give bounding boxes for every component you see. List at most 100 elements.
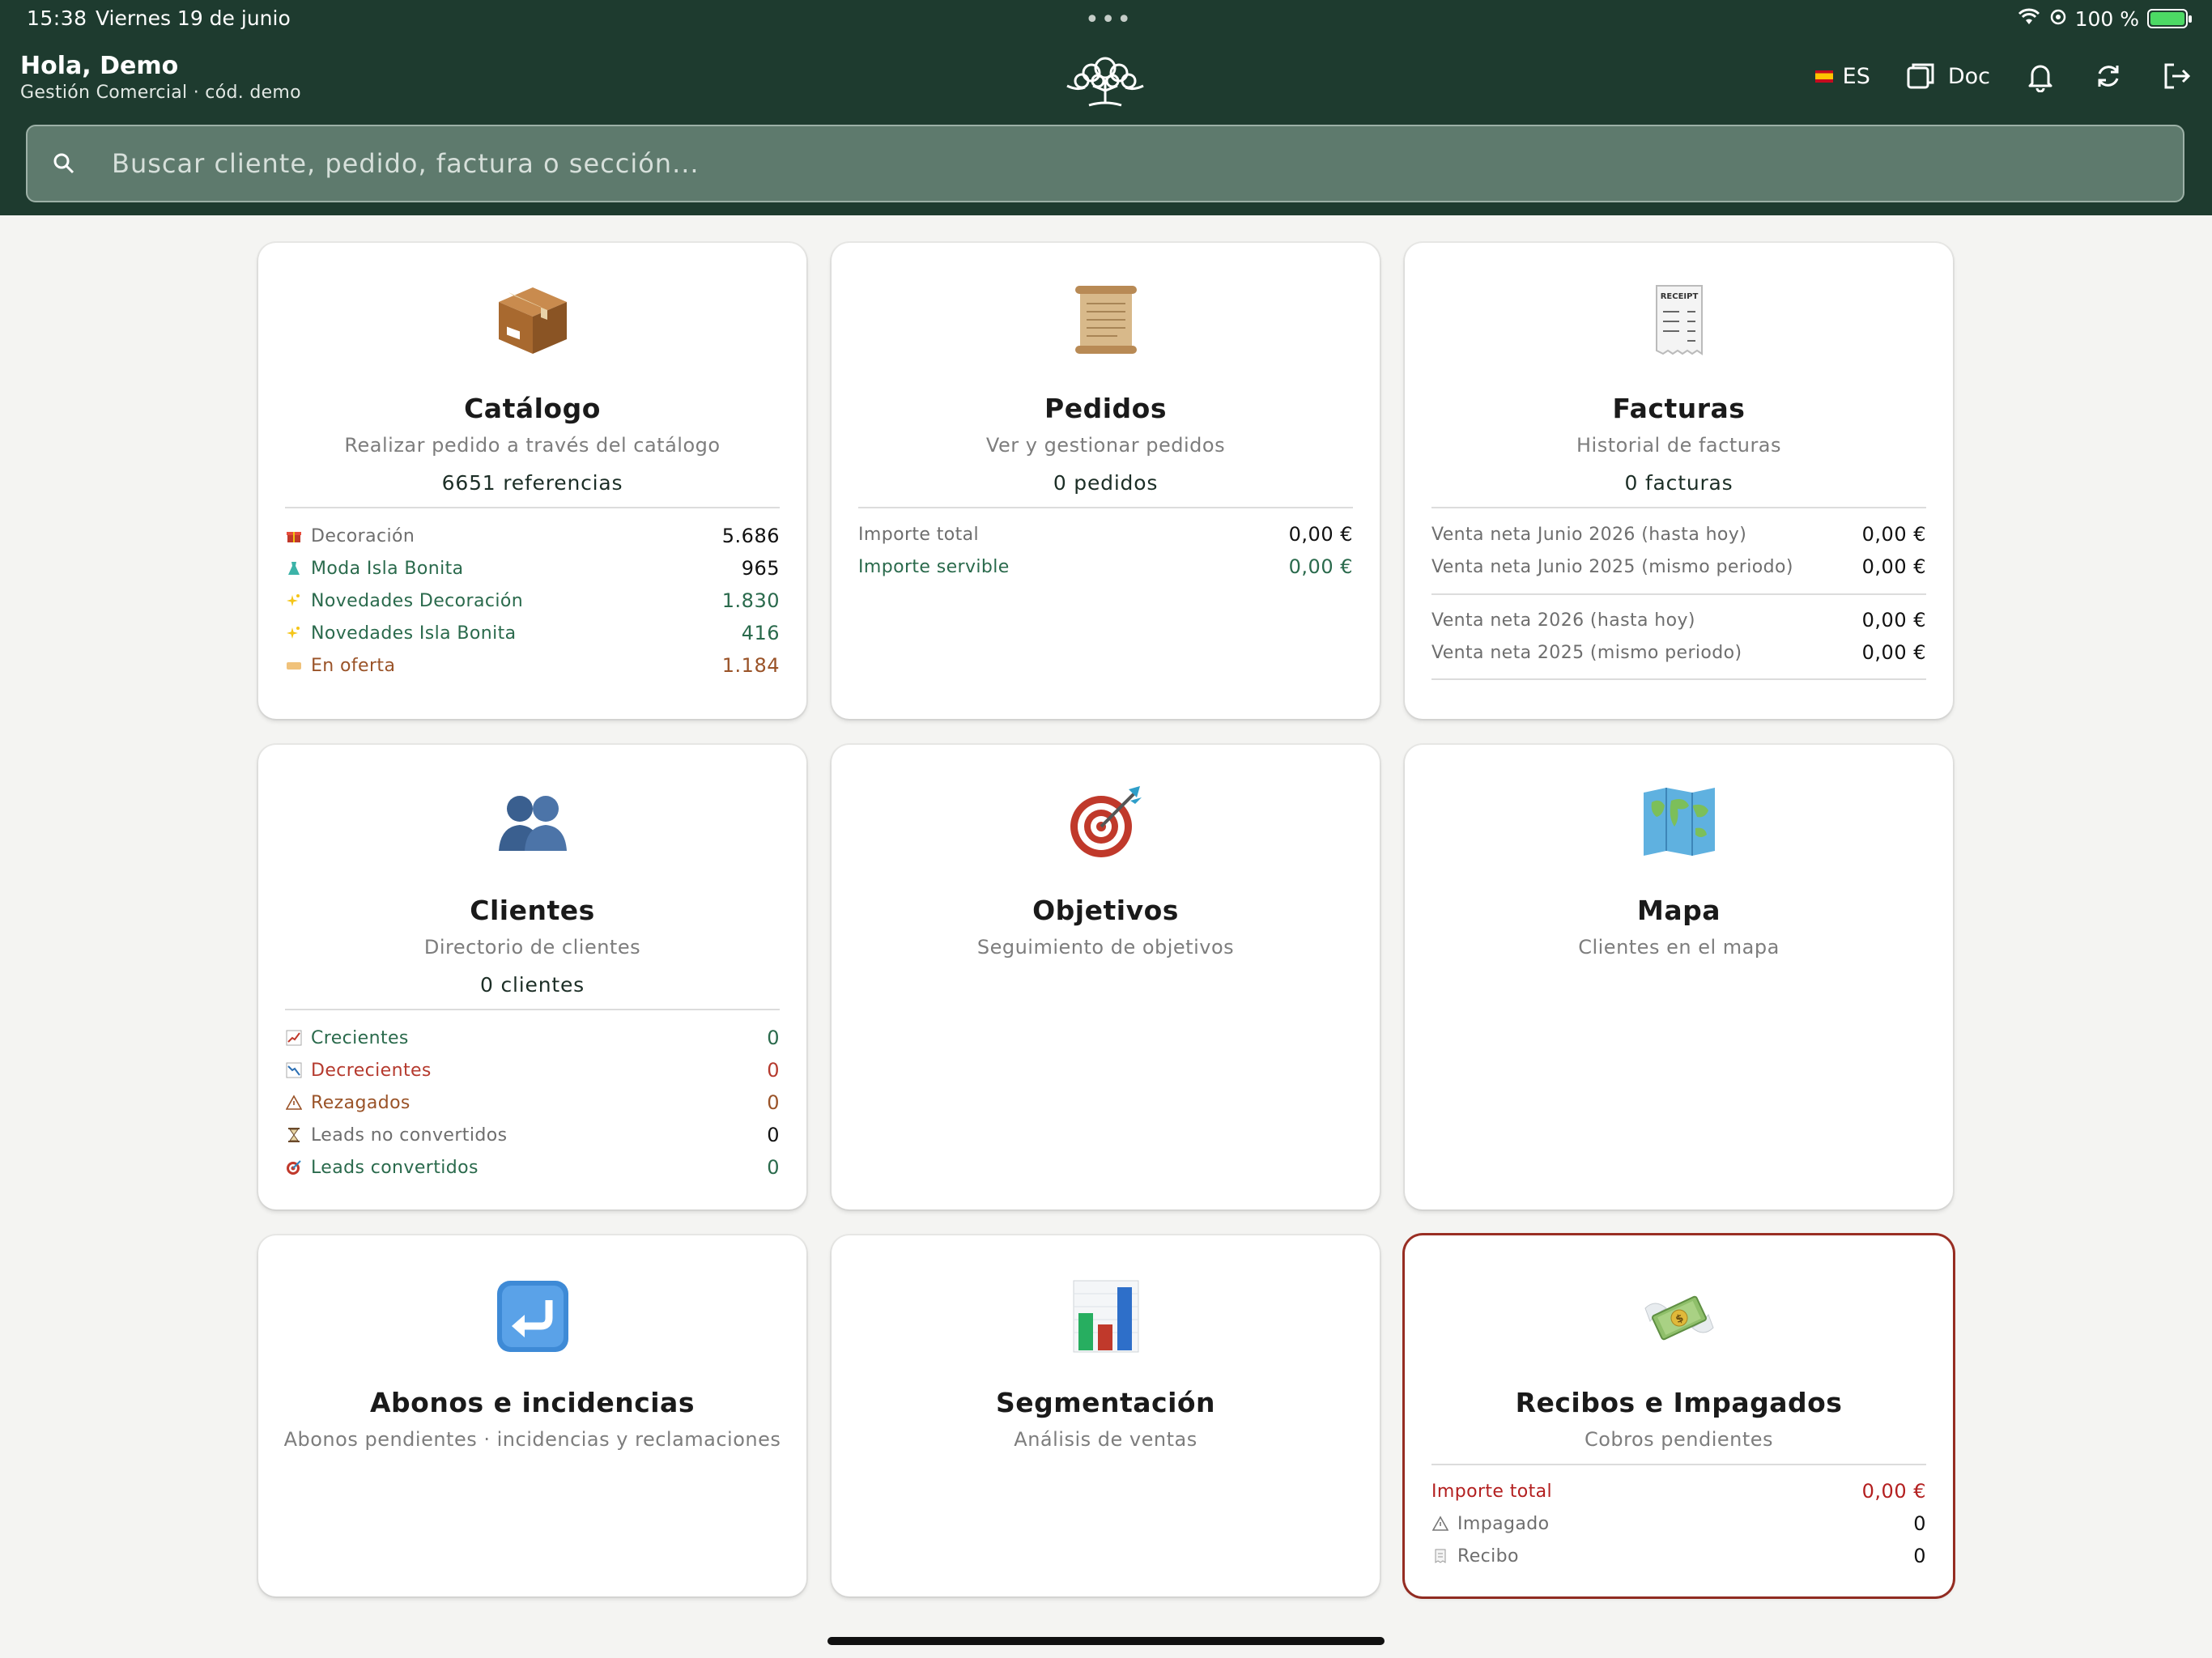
divider	[1431, 1464, 1926, 1465]
row-value: 0,00 €	[1861, 1480, 1926, 1503]
row-value: 0	[767, 1059, 780, 1082]
list-item[interactable]: Importe total 0,00 €	[1431, 1475, 1926, 1507]
card-facturas[interactable]: RECEIPT Facturas Historial de facturas 0…	[1405, 243, 1953, 719]
logout-button[interactable]	[2159, 58, 2194, 94]
invoice-stats-year: Venta neta 2026 (hasta hoy) 0,00 € Venta…	[1431, 604, 1926, 669]
card-catalogo[interactable]: Catálogo Realizar pedido a través del ca…	[258, 243, 806, 719]
row-label: Leads no convertidos	[311, 1124, 508, 1146]
row-value: 1.830	[721, 589, 780, 612]
row-value: 0,00 €	[1861, 641, 1926, 664]
language-selector[interactable]: ES	[1814, 63, 1870, 89]
list-item[interactable]: Decoración 5.686	[285, 520, 780, 552]
card-count: 6651 referencias	[441, 471, 623, 495]
sparkles-icon	[285, 624, 303, 642]
divider	[1431, 593, 1926, 595]
list-item[interactable]: Novedades Isla Bonita 416	[285, 617, 780, 649]
card-title: Abonos e incidencias	[370, 1387, 695, 1418]
card-description: Historial de facturas	[1576, 434, 1782, 457]
card-title: Mapa	[1637, 895, 1721, 926]
row-label: Impagado	[1457, 1513, 1550, 1534]
notifications-button[interactable]	[2023, 58, 2058, 94]
list-item: Venta neta 2025 (mismo periodo) 0,00 €	[1431, 636, 1926, 669]
header-subtitle: Gestión Comercial · cód. demo	[20, 83, 301, 103]
row-label: Decoración	[311, 525, 415, 546]
row-value: 0	[767, 1027, 780, 1049]
card-title: Clientes	[470, 895, 595, 926]
row-value: 416	[741, 622, 780, 644]
card-title: Pedidos	[1044, 393, 1167, 424]
battery-percent: 100 %	[2074, 6, 2139, 31]
search-bar[interactable]	[26, 125, 2184, 202]
header-actions: ES Doc	[1814, 58, 2194, 94]
target-icon	[832, 777, 1380, 866]
divider	[1431, 507, 1926, 508]
ticket-icon	[285, 657, 303, 674]
card-description: Realizar pedido a través del catálogo	[344, 434, 721, 457]
row-label: Recibo	[1457, 1545, 1519, 1567]
logout-icon	[2159, 58, 2194, 94]
row-value: 0,00 €	[1288, 555, 1353, 578]
list-item[interactable]: Moda Isla Bonita 965	[285, 552, 780, 585]
list-item[interactable]: Leads no convertidos 0	[285, 1119, 780, 1151]
card-description: Clientes en el mapa	[1578, 936, 1780, 959]
card-mapa[interactable]: Mapa Clientes en el mapa	[1405, 745, 1953, 1209]
divider	[1431, 678, 1926, 680]
row-label: Decrecientes	[311, 1060, 432, 1081]
card-segmentacion[interactable]: Segmentación Análisis de ventas	[832, 1235, 1380, 1596]
spain-flag-icon	[1814, 70, 1833, 83]
list-item[interactable]: Leads convertidos 0	[285, 1151, 780, 1184]
card-title: Facturas	[1612, 393, 1746, 424]
row-label: Novedades Decoración	[311, 590, 524, 611]
card-description: Ver y gestionar pedidos	[985, 434, 1226, 457]
list-item[interactable]: Novedades Decoración 1.830	[285, 585, 780, 617]
tree-logo-icon	[1061, 55, 1150, 112]
card-pedidos[interactable]: Pedidos Ver y gestionar pedidos 0 pedido…	[832, 243, 1380, 719]
row-value: 0	[1913, 1545, 1926, 1567]
search-input[interactable]	[100, 148, 2183, 179]
language-label: ES	[1842, 63, 1870, 89]
multitask-dots-icon[interactable]: •••	[1085, 8, 1133, 32]
card-objetivos[interactable]: Objetivos Seguimiento de objetivos	[832, 745, 1380, 1209]
row-label: Rezagados	[311, 1092, 410, 1113]
row-label: En oferta	[311, 655, 396, 676]
home-indicator[interactable]	[827, 1637, 1385, 1645]
list-item[interactable]: Impagado 0	[1431, 1507, 1926, 1540]
list-item[interactable]: En oferta 1.184	[285, 649, 780, 682]
doc-button[interactable]: Doc	[1903, 58, 1990, 94]
card-title: Objetivos	[1032, 895, 1179, 926]
row-label: Venta neta 2025 (mismo periodo)	[1431, 642, 1742, 663]
warning-icon	[1431, 1515, 1449, 1533]
status-right: 100 %	[2017, 6, 2192, 31]
row-value: 5.686	[721, 525, 780, 547]
card-abonos[interactable]: Abonos e incidencias Abonos pendientes ·…	[258, 1235, 806, 1596]
list-item: Importe total 0,00 €	[858, 518, 1353, 551]
app-header: 15:38 Viernes 19 de junio ••• 100 % Hola…	[0, 0, 2212, 215]
card-description: Cobros pendientes	[1584, 1428, 1774, 1451]
greeting: Hola, Demo	[20, 52, 179, 80]
list-item[interactable]: Decrecientes 0	[285, 1054, 780, 1086]
row-value: 1.184	[721, 654, 780, 677]
card-recibos[interactable]: $ Recibos e Impagados Cobros pendientes …	[1405, 1235, 1953, 1596]
clients-stats: Crecientes 0 Decrecientes 0 Rezagados 0 …	[285, 1022, 780, 1184]
chart-up-icon	[285, 1029, 303, 1047]
divider	[285, 1009, 780, 1010]
row-label: Novedades Isla Bonita	[311, 623, 517, 644]
list-item[interactable]: Crecientes 0	[285, 1022, 780, 1054]
card-clientes[interactable]: Clientes Directorio de clientes 0 client…	[258, 745, 806, 1209]
row-label: Importe total	[1431, 1481, 1553, 1502]
package-icon	[258, 275, 806, 364]
list-item[interactable]: Recibo 0	[1431, 1540, 1926, 1572]
card-count: 0 clientes	[480, 973, 585, 997]
row-value: 0,00 €	[1288, 523, 1353, 546]
row-label: Venta neta Junio 2026 (hasta hoy)	[1431, 524, 1747, 545]
divider	[285, 507, 780, 508]
row-value: 0,00 €	[1861, 523, 1926, 546]
list-item[interactable]: Rezagados 0	[285, 1086, 780, 1119]
sync-button[interactable]	[2091, 58, 2126, 94]
chart-down-icon	[285, 1061, 303, 1079]
orders-stats: Importe total 0,00 € Importe servible 0,…	[858, 518, 1353, 583]
folder-icon	[1903, 58, 1938, 94]
card-description: Seguimiento de objetivos	[976, 936, 1235, 959]
sparkles-icon	[285, 592, 303, 610]
card-count: 0 facturas	[1624, 471, 1733, 495]
